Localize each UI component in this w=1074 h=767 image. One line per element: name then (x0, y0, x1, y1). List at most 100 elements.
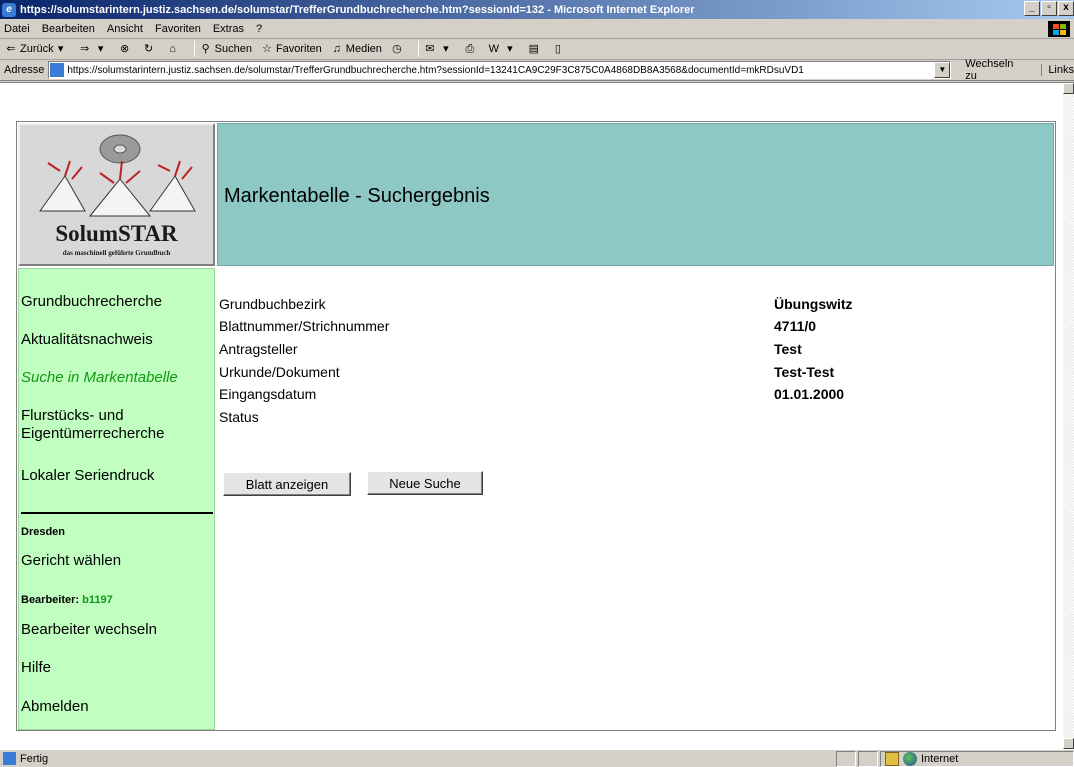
mail-button[interactable]: ✉ ▾ (423, 42, 455, 56)
menu-edit[interactable]: Bearbeiten (42, 23, 95, 35)
sidebar-item-flurstuecks-line2: Eigentümerrecherche (21, 425, 165, 442)
field-value-applicant: Test (774, 341, 802, 357)
books-logo-icon (39, 134, 196, 217)
toolbar-separator (417, 41, 419, 57)
choose-court-link[interactable]: Gericht wählen (21, 552, 121, 570)
sidebar-item-seriendruck[interactable]: Lokaler Seriendruck (21, 467, 154, 485)
window-title: https://solumstarintern.justiz.sachsen.d… (20, 3, 695, 16)
internet-explorer-icon: e (2, 2, 16, 17)
status-pane (858, 750, 878, 767)
toolbar: ⇐ Zurück ▾ ⇒ ▾ ⊗ ↻ ⌂ ⚲ Suchen ☆ Favorite… (0, 39, 1074, 60)
field-value-district: Übungswitz (774, 296, 853, 312)
refresh-button[interactable]: ↻ (142, 42, 158, 56)
globe-icon (903, 751, 917, 766)
chevron-down-icon: ▾ (507, 43, 513, 55)
page-frame: SolumSTAR das maschinell geführte Grundb… (16, 121, 1056, 731)
sidebar-divider (21, 512, 213, 514)
address-label: Adresse (4, 64, 45, 76)
discuss-icon: ▤ (528, 43, 540, 55)
user-id: b1197 (82, 594, 113, 606)
switch-user-link[interactable]: Bearbeiter wechseln (21, 621, 157, 639)
logo-subtitle: das maschinell geführte Grundbuch (62, 249, 171, 257)
minimize-button[interactable]: _ (1024, 1, 1040, 16)
menu-bar: Datei Bearbeiten Ansicht Favoriten Extra… (0, 19, 1074, 39)
windows-logo-icon (1048, 21, 1070, 37)
page-done-icon (3, 752, 16, 765)
sidebar: Grundbuchrecherche Aktualitätsnachweis S… (18, 268, 215, 730)
address-dropdown-button[interactable]: ▼ (934, 62, 951, 78)
menu-view[interactable]: Ansicht (107, 23, 143, 35)
chevron-down-icon: ▾ (57, 43, 64, 55)
media-icon: ♫ (332, 43, 341, 55)
new-search-button[interactable]: Neue Suche (367, 471, 483, 495)
go-button[interactable]: Wechseln zu (965, 58, 1027, 82)
forward-button[interactable]: ⇒ ▾ (78, 42, 110, 56)
scroll-up-arrow-icon[interactable] (1063, 83, 1074, 94)
field-label-status: Status (219, 409, 259, 425)
sidebar-item-flurstuecks-line1: Flurstücks- und (21, 407, 124, 424)
menu-tools[interactable]: Extras (213, 23, 244, 35)
print-icon: ⎙ (465, 43, 475, 55)
page-title: Markentabelle - Suchergebnis (224, 185, 490, 207)
history-button[interactable]: ◷ (390, 42, 406, 56)
status-pane (836, 750, 856, 767)
search-icon: ⚲ (201, 43, 210, 55)
result-panel: Grundbuchbezirk Übungswitz Blattnummer/S… (217, 268, 1054, 730)
home-button[interactable]: ⌂ (166, 42, 182, 56)
status-bar: Fertig Internet (0, 749, 1074, 767)
logo-name: SolumSTAR (55, 221, 178, 246)
favorites-star-icon: ☆ (262, 43, 272, 55)
media-button[interactable]: ♫ Medien (330, 42, 382, 56)
vertical-scrollbar[interactable] (1063, 83, 1074, 749)
home-icon: ⌂ (169, 43, 176, 55)
court-name: Dresden (21, 526, 66, 538)
messenger-button[interactable]: ▯ (551, 42, 567, 56)
sidebar-item-flurstuecks[interactable]: Flurstücks- und Eigentümerrecherche (21, 407, 164, 443)
lock-icon (885, 751, 899, 766)
window-title-bar: e https://solumstarintern.justiz.sachsen… (0, 0, 1074, 19)
page-icon (50, 63, 65, 77)
help-link[interactable]: Hilfe (21, 659, 51, 677)
logo: SolumSTAR das maschinell geführte Grundb… (18, 123, 215, 266)
address-url: https://solumstarintern.justiz.sachsen.d… (67, 64, 804, 76)
chevron-down-icon: ▾ (97, 43, 104, 55)
field-value-sheet-number: 4711/0 (774, 318, 817, 334)
menu-favorites[interactable]: Favoriten (155, 23, 201, 35)
close-button[interactable]: x (1058, 1, 1074, 16)
address-bar: Adresse https://solumstarintern.justiz.s… (0, 58, 1074, 82)
logout-link[interactable]: Abmelden (21, 698, 89, 716)
stop-icon: ⊗ (120, 43, 130, 55)
back-arrow-icon: ⇐ (6, 43, 16, 55)
address-input[interactable]: https://solumstarintern.justiz.sachsen.d… (48, 61, 952, 79)
status-text: Fertig (20, 752, 49, 765)
browser-content: SolumSTAR das maschinell geführte Grundb… (0, 82, 1074, 749)
sidebar-item-grundbuchrecherche[interactable]: Grundbuchrecherche (21, 293, 162, 311)
menu-help[interactable]: ? (256, 23, 262, 35)
mail-icon: ✉ (425, 43, 435, 55)
field-label-applicant: Antragsteller (219, 341, 298, 357)
show-sheet-button[interactable]: Blatt anzeigen (223, 472, 351, 496)
history-icon: ◷ (392, 43, 402, 55)
sidebar-item-aktualitaetsnachweis[interactable]: Aktualitätsnachweis (21, 331, 153, 349)
scroll-down-arrow-icon[interactable] (1063, 738, 1074, 749)
links-button[interactable]: Links (1041, 64, 1074, 76)
status-text-area: Fertig (0, 752, 834, 765)
maximize-button[interactable]: ▫ (1041, 1, 1057, 16)
print-button[interactable]: ⎙ (463, 42, 479, 56)
sidebar-item-markentabelle[interactable]: Suche in Markentabelle (21, 369, 178, 387)
discuss-button[interactable]: ▤ (527, 42, 543, 56)
toolbar-separator (193, 41, 195, 57)
refresh-icon: ↻ (144, 43, 154, 55)
search-button[interactable]: ⚲ Suchen (199, 42, 252, 56)
word-icon: W (488, 43, 500, 55)
back-button[interactable]: ⇐ Zurück ▾ (4, 42, 70, 56)
user-info: Bearbeiter: b1197 (21, 594, 113, 606)
favorites-button[interactable]: ☆ Favoriten (260, 42, 322, 56)
forward-arrow-icon: ⇒ (80, 43, 90, 55)
edit-button[interactable]: W ▾ (487, 42, 519, 56)
menu-file[interactable]: Datei (4, 23, 30, 35)
field-label-district: Grundbuchbezirk (219, 296, 326, 312)
stop-button[interactable]: ⊗ (118, 42, 134, 56)
field-label-document: Urkunde/Dokument (219, 364, 340, 380)
field-value-document: Test-Test (774, 364, 835, 380)
